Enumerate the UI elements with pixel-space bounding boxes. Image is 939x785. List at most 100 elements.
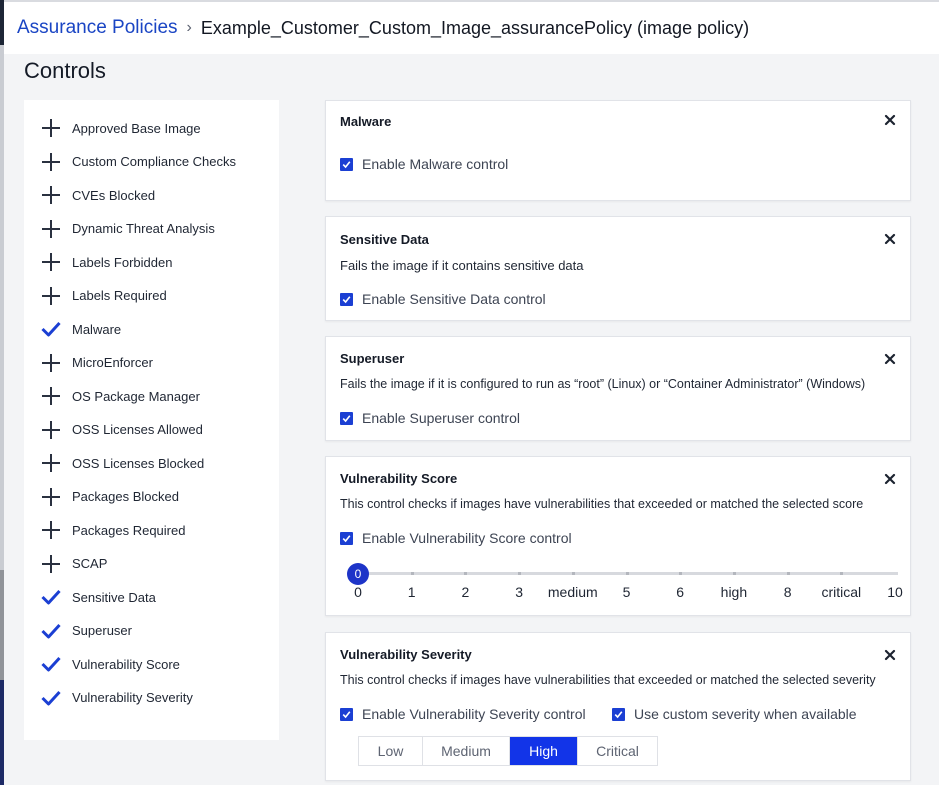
breadcrumb-parent-link[interactable]: Assurance Policies xyxy=(17,17,178,39)
slider-tick-label: 6 xyxy=(676,584,685,600)
plus-icon xyxy=(40,452,62,474)
close-icon[interactable] xyxy=(883,472,897,486)
controls-list: Approved Base Image Custom Compliance Che… xyxy=(24,100,279,740)
vulnerability-severity-card: Vulnerability Severity This control chec… xyxy=(325,632,911,781)
enable-malware-checkbox[interactable]: Enable Malware control xyxy=(340,156,508,172)
sidebar-item[interactable]: OS Package Manager xyxy=(40,382,200,410)
plus-icon xyxy=(40,218,62,240)
plus-icon xyxy=(40,553,62,575)
slider-tick-label: 2 xyxy=(461,584,470,600)
sidebar-item-label: Sensitive Data xyxy=(72,589,156,605)
slider-tick-label: 3 xyxy=(515,584,523,600)
plus-icon xyxy=(40,251,62,273)
severity-option-high[interactable]: High xyxy=(510,737,578,765)
checkbox-label: Enable Malware control xyxy=(362,156,509,172)
sidebar-item-label: Labels Forbidden xyxy=(72,254,173,270)
card-description: This control checks if images have vulne… xyxy=(340,673,876,687)
card-description: Fails the image if it contains sensitive… xyxy=(340,258,584,273)
use-custom-severity-checkbox[interactable]: Use custom severity when available xyxy=(612,706,857,722)
card-title: Superuser xyxy=(340,351,405,366)
checkmark-icon xyxy=(342,295,351,303)
checkmark-icon xyxy=(342,414,351,422)
sidebar-item[interactable]: Malware xyxy=(40,315,121,343)
checkmark-icon xyxy=(342,710,351,718)
enable-sensitive-data-checkbox[interactable]: Enable Sensitive Data control xyxy=(340,291,546,307)
plus-icon xyxy=(40,486,62,508)
sidebar-item[interactable]: Vulnerability Severity xyxy=(40,684,193,712)
sidebar-item-label: OSS Licenses Blocked xyxy=(72,455,205,471)
sidebar-item[interactable]: SCAP xyxy=(40,550,107,578)
sidebar-item[interactable]: Sensitive Data xyxy=(40,583,156,611)
sidebar-item-label: Packages Blocked xyxy=(72,489,179,504)
sidebar-item-label: Approved Base Image xyxy=(72,120,201,136)
slider-tick-label: critical xyxy=(821,584,862,600)
breadcrumb-separator: › xyxy=(186,19,192,36)
checkbox-checked[interactable] xyxy=(340,707,353,721)
sidebar-item-label: OSS Licenses Allowed xyxy=(72,422,203,437)
sidebar-item[interactable]: MicroEnforcer xyxy=(40,349,153,377)
sidebar-item-label: Vulnerability Severity xyxy=(72,690,193,705)
slider-tick xyxy=(518,572,522,575)
plus-icon xyxy=(40,385,62,407)
slider-tick-label: 1 xyxy=(407,584,416,600)
checkbox-checked[interactable] xyxy=(340,157,353,171)
plus-icon xyxy=(40,285,62,307)
plus-icon xyxy=(40,352,62,374)
close-icon[interactable] xyxy=(883,352,897,366)
checkbox-checked[interactable] xyxy=(340,292,353,306)
checkbox-checked[interactable] xyxy=(340,411,353,425)
sidebar-item[interactable]: Packages Blocked xyxy=(40,483,179,511)
severity-option-medium[interactable]: Medium xyxy=(423,737,510,765)
malware-card: Malware Enable Malware control xyxy=(325,100,911,201)
sidebar-item[interactable]: Superuser xyxy=(40,617,132,645)
sidebar-item[interactable]: Vulnerability Score xyxy=(40,650,180,678)
enable-superuser-checkbox[interactable]: Enable Superuser control xyxy=(340,410,520,426)
plus-icon xyxy=(40,419,62,441)
sidebar-item[interactable]: OSS Licenses Blocked xyxy=(40,449,204,477)
sidebar-item[interactable]: Packages Required xyxy=(40,516,185,544)
card-title: Sensitive Data xyxy=(340,232,429,247)
enable-vulnerability-severity-checkbox[interactable]: Enable Vulnerability Severity control xyxy=(340,706,586,722)
slider-tick xyxy=(732,572,736,575)
checkmark-icon xyxy=(342,160,351,168)
checkbox-label: Enable Vulnerability Score control xyxy=(362,530,572,546)
plus-icon xyxy=(40,519,62,541)
checkbox-checked[interactable] xyxy=(340,531,353,545)
slider-tick xyxy=(464,572,468,575)
slider-tick-label: medium xyxy=(547,584,598,600)
close-icon[interactable] xyxy=(883,648,897,662)
severity-option-low[interactable]: Low xyxy=(359,737,423,765)
slider-tick xyxy=(679,572,683,575)
slider-tick-label: 0 xyxy=(354,584,362,600)
sidebar-item[interactable]: Custom Compliance Checks xyxy=(40,148,236,176)
checkbox-label: Enable Superuser control xyxy=(362,410,520,426)
superuser-card: Superuser Fails the image if it is confi… xyxy=(325,336,911,441)
breadcrumb-current: Example_Customer_Custom_Image_assuranceP… xyxy=(200,17,750,38)
check-icon xyxy=(40,318,62,340)
card-description: This control checks if images have vulne… xyxy=(340,497,864,511)
sidebar-item-label: Labels Required xyxy=(72,288,167,303)
sidebar-item[interactable]: CVEs Blocked xyxy=(40,181,155,209)
card-description: Fails the image if it is configured to r… xyxy=(340,377,866,391)
slider-tick xyxy=(625,572,629,575)
severity-option-critical[interactable]: Critical xyxy=(578,737,657,765)
slider-tick xyxy=(410,572,414,575)
enable-vulnerability-score-checkbox[interactable]: Enable Vulnerability Score control xyxy=(340,530,572,546)
sidebar-item[interactable]: Dynamic Threat Analysis xyxy=(40,215,215,243)
score-slider-thumb[interactable]: 0 xyxy=(347,563,369,585)
close-icon[interactable] xyxy=(883,232,897,246)
slider-tick-label: 8 xyxy=(783,584,792,600)
sidebar-item[interactable]: Labels Required xyxy=(40,282,167,310)
checkbox-label: Enable Vulnerability Severity control xyxy=(362,706,586,722)
slider-tick-label: 5 xyxy=(622,584,631,600)
check-icon xyxy=(40,687,62,709)
sidebar-item-label: SCAP xyxy=(72,556,108,571)
sidebar-item[interactable]: Approved Base Image xyxy=(40,114,201,142)
check-icon xyxy=(40,653,62,675)
edge-mark xyxy=(0,570,4,680)
checkbox-checked[interactable] xyxy=(612,707,625,721)
close-icon[interactable] xyxy=(883,113,897,127)
sidebar-item[interactable]: OSS Licenses Allowed xyxy=(40,416,203,444)
sidebar-item[interactable]: Labels Forbidden xyxy=(40,248,172,276)
checkbox-label: Use custom severity when available xyxy=(634,706,857,722)
